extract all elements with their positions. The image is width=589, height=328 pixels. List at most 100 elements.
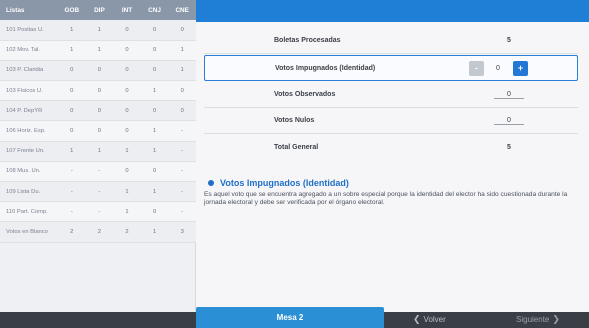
table-row: 106 Horiz. Esp. 0 0 0 1- — [0, 120, 196, 142]
vote-cell: - — [168, 201, 196, 223]
list-name-cell: 103 P. Claridia — [0, 60, 58, 82]
vote-cell: 1 — [85, 141, 114, 162]
vote-cell: 1 — [113, 141, 141, 162]
vote-cell: 0 — [113, 20, 141, 41]
nulos-label: Votos Nulos — [274, 117, 315, 124]
table-row: 103 Fisicos U. 0 0 0 1 0 — [0, 80, 196, 102]
impugnados-label: Votos Impugnados (Identidad) — [275, 64, 376, 72]
vote-cell: 1 — [58, 40, 86, 61]
impugnados-value[interactable]: 0 — [486, 65, 510, 72]
bottom-nav: Mesa 2 ❮ Volver Siguiente ❯ — [196, 307, 589, 328]
list-name-cell: 107 Frente Un. — [0, 141, 58, 162]
table-row: 103 P. Claridia 0 0 0 0 1 — [0, 60, 196, 82]
chevron-right-icon: ❯ — [552, 314, 560, 324]
vote-cell: 1 — [140, 80, 169, 102]
vote-cell: - — [168, 120, 196, 142]
vote-cell: 0 — [140, 60, 169, 82]
table-row: 104 P. DepYR 0 0 0 0 0 — [0, 100, 196, 122]
boletas-row: Boletas Procesadas 5 — [204, 28, 578, 54]
vote-cell: 1 — [113, 181, 141, 203]
next-button[interactable]: Siguiente ❯ — [516, 314, 563, 325]
column-header: CNJ — [140, 0, 169, 20]
summary-panel: Boletas Procesadas 5 Votos Impugnados (I… — [196, 22, 589, 312]
column-header: Listas — [0, 0, 58, 20]
vote-cell: 0 — [113, 161, 141, 183]
table-row: 110 Part. Comp. - -1 0- — [0, 201, 196, 223]
vote-cell: - — [168, 181, 196, 203]
vote-cell: 0 — [85, 100, 114, 122]
vote-cell: 1 — [58, 141, 86, 162]
table-row: 101 Positas U. 1 1 0 0 0 — [0, 20, 196, 41]
vote-cell: 0 — [113, 60, 141, 82]
vote-cell: 1 — [168, 60, 196, 82]
vote-cell: 2 — [58, 221, 86, 243]
mesa-label: Mesa 2 — [276, 313, 304, 322]
vote-cell: 0 — [58, 60, 86, 82]
info-title: Votos Impugnados (Identidad) — [220, 178, 349, 188]
vote-cell: 1 — [85, 40, 114, 61]
boletas-label: Boletas Procesadas — [274, 37, 341, 44]
vote-cell: 0 — [140, 161, 169, 183]
table-row: Votos en Blanco 2 2 2 1 3 — [0, 221, 196, 243]
vote-cell: 1 — [140, 221, 169, 243]
vote-cell: 0 — [58, 80, 86, 102]
total-label: Total General — [274, 143, 319, 151]
left-footer — [0, 312, 196, 328]
chevron-left-icon: ❮ — [413, 314, 421, 324]
vote-cell: - — [85, 181, 114, 203]
vote-cell: - — [85, 201, 114, 223]
vote-cell: 1 — [140, 141, 169, 162]
vote-cell: - — [58, 181, 86, 203]
vote-cell: - — [58, 161, 86, 183]
table-row: 107 Frente Un. 1 1 1 1- — [0, 141, 196, 162]
vote-cell: 0 — [58, 120, 86, 142]
list-name-cell: 108 Mus. Un. — [0, 161, 58, 183]
info-box: Votos Impugnados (Identidad) Es aquel vo… — [204, 178, 584, 207]
column-header: CNE — [168, 0, 196, 20]
info-description: Es aquel voto que se encuentra agregado … — [204, 191, 568, 207]
vote-cell: 0 — [113, 80, 141, 102]
next-label: Siguiente — [516, 315, 550, 324]
results-table-panel: Listas GOB DIP INT CNJ CNE 101 Positas U… — [0, 0, 196, 312]
observados-label: Votos Observados — [274, 91, 336, 98]
vote-cell: 1 — [140, 120, 169, 142]
table-row: 102 Mov. Tal. 1 1 0 0 1 — [0, 40, 196, 61]
back-label: Volver — [423, 315, 446, 324]
vote-cell: 0 — [140, 100, 169, 122]
impugnados-row[interactable]: Votos Impugnados (Identidad) - 0 + — [204, 55, 578, 81]
total-row: Total General 5 — [204, 134, 578, 160]
info-title-row: Votos Impugnados (Identidad) — [204, 178, 584, 188]
mesa-button[interactable]: Mesa 2 — [196, 307, 384, 328]
list-name-cell: 110 Part. Comp. — [0, 201, 58, 223]
vote-cell: - — [85, 161, 114, 183]
vote-cell: 0 — [168, 20, 196, 41]
increment-button[interactable]: + — [513, 60, 528, 76]
observados-value[interactable]: 0 — [494, 91, 524, 99]
bullet-icon — [208, 180, 214, 186]
list-name-cell: 103 Fisicos U. — [0, 80, 58, 102]
list-name-cell: 101 Positas U. — [0, 20, 58, 41]
nulos-row: Votos Nulos 0 — [204, 108, 578, 134]
results-table: Listas GOB DIP INT CNJ CNE 101 Positas U… — [0, 0, 196, 243]
table-header-row: Listas GOB DIP INT CNJ CNE — [0, 0, 196, 20]
column-header: GOB — [58, 0, 86, 20]
decrement-button[interactable]: - — [469, 60, 484, 76]
vote-cell: 0 — [85, 60, 114, 82]
vote-cell: 1 — [168, 40, 196, 61]
list-name-cell: 104 P. DepYR — [0, 100, 58, 122]
list-name-cell: 106 Horiz. Esp. — [0, 120, 58, 142]
top-bar — [196, 0, 589, 22]
table-body: 101 Positas U. 1 1 0 0 0 102 Mov. Tal. 1 1 0 0 1 103… — [0, 20, 196, 243]
column-header: DIP — [85, 0, 114, 20]
vote-cell: 2 — [85, 221, 114, 243]
total-value: 5 — [507, 143, 511, 151]
vote-cell: 3 — [168, 221, 196, 243]
nulos-value[interactable]: 0 — [494, 117, 524, 125]
vote-cell: - — [168, 161, 196, 183]
vote-cell: 0 — [85, 80, 114, 102]
vote-cell: 0 — [58, 100, 86, 122]
column-header: INT — [113, 0, 141, 20]
list-name-cell: Votos en Blanco — [0, 221, 58, 243]
vote-cell: 1 — [140, 181, 169, 203]
back-button[interactable]: ❮ Volver — [410, 314, 446, 325]
